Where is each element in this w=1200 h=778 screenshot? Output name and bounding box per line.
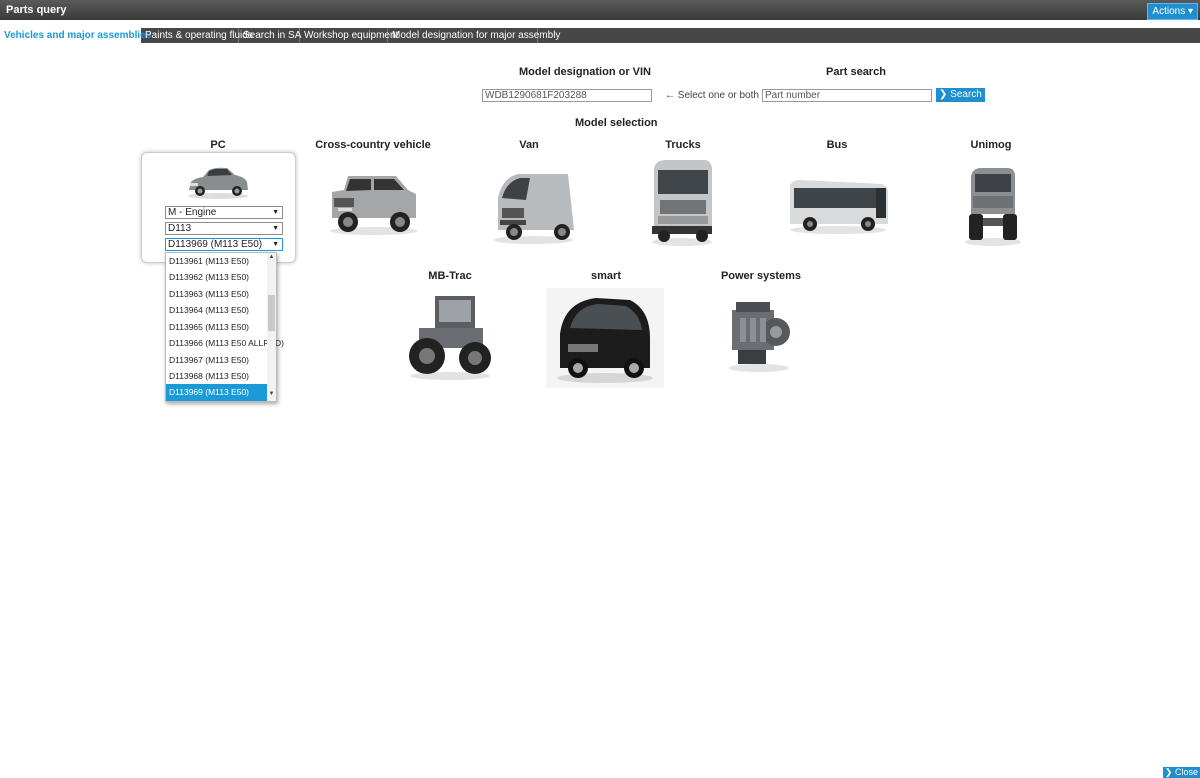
tab-paints-operating-fluids[interactable]: Paints & operating fluids bbox=[141, 28, 253, 43]
assembly-select-value: M - Engine bbox=[168, 207, 217, 218]
model-select-value: D113 bbox=[168, 223, 192, 234]
unimog-image[interactable] bbox=[961, 162, 1025, 248]
dropdown-option[interactable]: D113961 (M113 E50) bbox=[166, 253, 269, 270]
cross-country-vehicle-image[interactable] bbox=[326, 168, 421, 238]
category-smart-label: smart bbox=[591, 270, 621, 282]
bus-image[interactable] bbox=[786, 176, 890, 236]
dropdown-option[interactable]: D113962 (M113 E50) bbox=[166, 269, 269, 286]
truck-image[interactable] bbox=[648, 158, 716, 248]
model-select[interactable]: D113 ▼ bbox=[165, 222, 283, 235]
scroll-down-icon[interactable]: ▼ bbox=[268, 391, 275, 397]
scrollbar-thumb[interactable] bbox=[268, 295, 275, 331]
chevron-down-icon: ▼ bbox=[272, 225, 279, 232]
scroll-up-icon[interactable]: ▲ bbox=[268, 254, 275, 260]
dropdown-scrollbar[interactable]: ▲ ▼ bbox=[267, 253, 276, 401]
dropdown-option[interactable]: D113965 (M113 E50) bbox=[166, 319, 269, 336]
dropdown-option[interactable]: D113963 (M113 E50) bbox=[166, 286, 269, 303]
dropdown-option[interactable]: D113964 (M113 E50) bbox=[166, 302, 269, 319]
category-trucks-label: Trucks bbox=[665, 139, 701, 151]
category-cross-country-label: Cross-country vehicle bbox=[315, 139, 431, 151]
tab-bar: Vehicles and major assemblies Paints & o… bbox=[0, 28, 1200, 43]
part-search-label: Part search bbox=[826, 66, 886, 78]
actions-button[interactable]: Actions ▾ bbox=[1147, 3, 1198, 20]
close-button-label: Close bbox=[1174, 767, 1198, 777]
category-bus-label: Bus bbox=[826, 139, 848, 151]
category-pc-label: PC bbox=[210, 139, 226, 151]
chevron-right-icon: ❯ bbox=[939, 89, 948, 100]
chevron-down-icon: ▼ bbox=[272, 209, 279, 216]
window-title: Parts query bbox=[6, 4, 67, 16]
category-van-label: Van bbox=[519, 139, 539, 151]
smart-car-image[interactable] bbox=[546, 288, 664, 388]
dropdown-option[interactable]: D113968 (M113 E50) bbox=[166, 368, 269, 385]
tab-vehicles-and-major-assemblies[interactable]: Vehicles and major assemblies bbox=[0, 28, 151, 43]
tab-search-in-sa[interactable]: Search in SA bbox=[239, 28, 301, 43]
close-button[interactable]: ❯ Close bbox=[1162, 767, 1200, 778]
model-selection-label: Model selection bbox=[575, 117, 658, 129]
model-designation-label: Model designation or VIN bbox=[519, 66, 652, 78]
category-unimog-label: Unimog bbox=[970, 139, 1012, 151]
search-button-label: Search bbox=[950, 89, 982, 100]
assembly-select[interactable]: M - Engine ▼ bbox=[165, 206, 283, 219]
model-vin-input[interactable]: WDB1290681F203288 bbox=[482, 89, 652, 102]
mb-trac-image[interactable] bbox=[405, 292, 495, 382]
dropdown-option[interactable]: D113966 (M113 E50 ALLRAD) bbox=[166, 335, 284, 352]
chevron-down-icon: ▼ bbox=[272, 241, 279, 248]
dropdown-option[interactable]: D113967 (M113 E50) bbox=[166, 352, 269, 369]
power-systems-engine-image[interactable] bbox=[724, 296, 794, 374]
part-number-input[interactable]: Part number bbox=[762, 89, 932, 102]
search-button[interactable]: ❯ Search bbox=[936, 88, 985, 102]
dropdown-option-selected[interactable]: D113969 (M113 E50) bbox=[166, 384, 269, 401]
variant-select-value: D113969 (M113 E50) bbox=[168, 239, 263, 250]
select-hint: ← Select one or both → bbox=[665, 90, 772, 101]
title-bar: Parts query Actions ▾ bbox=[0, 0, 1200, 20]
variant-dropdown-list[interactable]: D113961 (M113 E50) D113962 (M113 E50) D1… bbox=[165, 252, 284, 402]
category-power-systems-label: Power systems bbox=[720, 270, 802, 282]
tab-workshop-equipment[interactable]: Workshop equipment bbox=[300, 28, 398, 43]
variant-select[interactable]: D113969 (M113 E50) ▼ bbox=[165, 238, 283, 251]
category-mb-trac-label: MB-Trac bbox=[428, 270, 472, 282]
tab-model-designation-major-assembly[interactable]: Model designation for major assembly bbox=[388, 28, 560, 43]
van-image[interactable] bbox=[488, 168, 578, 248]
pc-car-image[interactable] bbox=[185, 160, 251, 200]
chevron-right-icon: ❯ bbox=[1164, 767, 1173, 777]
